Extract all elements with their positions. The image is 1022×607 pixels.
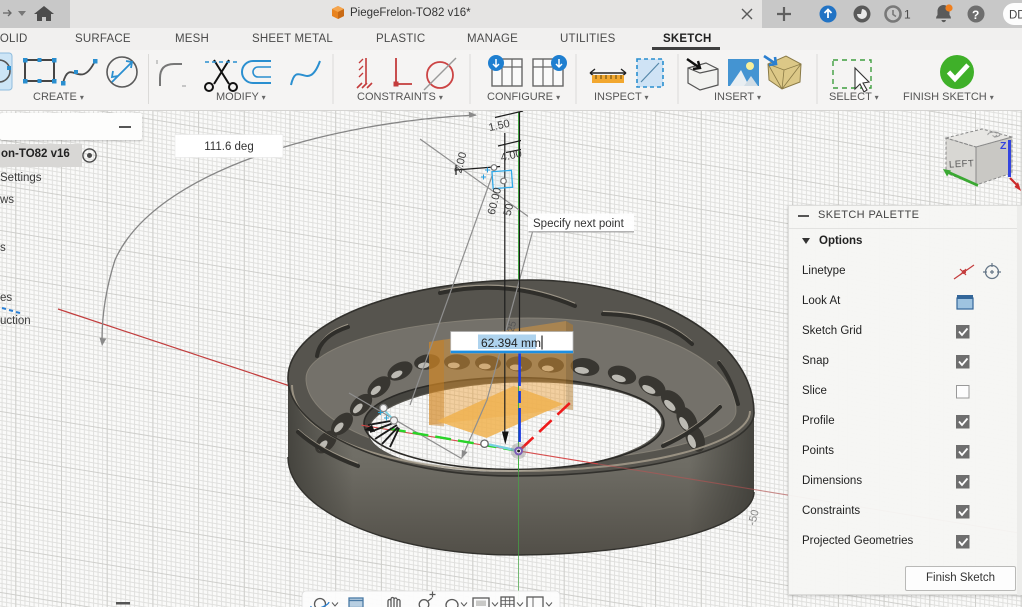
svg-text:1: 1 [904, 8, 911, 22]
svg-text:?: ? [972, 8, 979, 22]
svg-text:LEFT: LEFT [949, 158, 975, 170]
svg-text:Z: Z [1000, 140, 1007, 152]
svg-text:Specify next point: Specify next point [533, 218, 625, 230]
svg-text:DD: DD [1009, 10, 1022, 22]
svg-text:62.394 mm: 62.394 mm [481, 336, 541, 350]
svg-text:111.6 deg: 111.6 deg [204, 141, 253, 153]
